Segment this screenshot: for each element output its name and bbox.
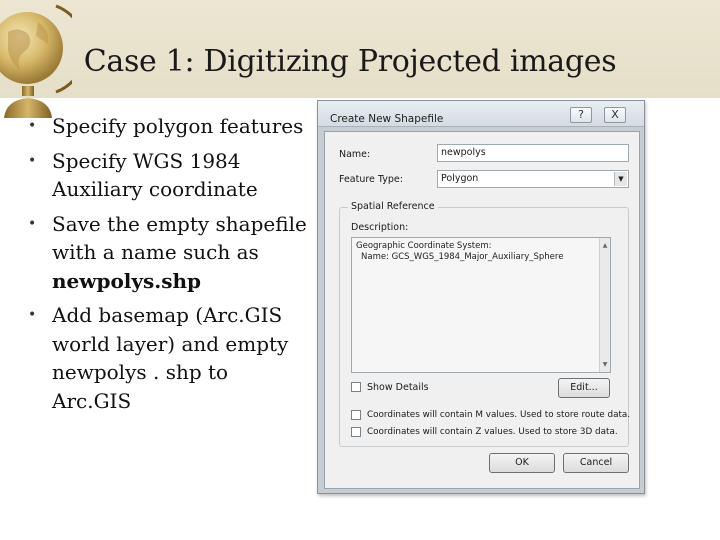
- bullet-item: • Specify WGS 1984 Auxiliary coordinate: [28, 148, 258, 202]
- bullet-list: • Specify polygon features • Specify WGS 1…: [28, 112, 308, 421]
- bullet-item: • Save the empty shapefile with a name su…: [28, 211, 307, 293]
- chevron-down-icon[interactable]: ▼: [614, 172, 627, 186]
- help-button[interactable]: ?: [570, 107, 592, 123]
- name-input[interactable]: newpolys: [437, 144, 629, 162]
- m-values-checkbox[interactable]: [351, 410, 361, 420]
- z-values-checkbox[interactable]: [351, 427, 361, 437]
- bullet-icon: •: [28, 215, 37, 232]
- bullet-item: • Specify polygon features: [28, 112, 308, 141]
- close-icon: X: [611, 108, 619, 121]
- z-values-label: Coordinates will contain Z values. Used …: [367, 427, 618, 437]
- dialog-titlebar: Create New Shapefile ? X: [318, 101, 644, 127]
- show-details-checkbox[interactable]: [351, 382, 361, 392]
- bullet-icon: •: [28, 152, 37, 169]
- dialog-body: Name: newpolys Feature Type: Polygon ▼ S…: [324, 131, 640, 489]
- scroll-up-icon[interactable]: ▲: [600, 240, 610, 251]
- bullet-icon: •: [28, 118, 37, 134]
- close-button[interactable]: X: [604, 107, 626, 123]
- name-label: Name:: [339, 149, 371, 160]
- bullet-item: • Add basemap (Arc.GIS world layer) and …: [28, 303, 289, 413]
- edit-button[interactable]: Edit...: [558, 378, 610, 398]
- help-icon: ?: [578, 108, 584, 121]
- dialog-title: Create New Shapefile: [330, 113, 444, 125]
- filename-bold: newpolys.shp: [52, 268, 202, 293]
- spatial-reference-label: Spatial Reference: [348, 201, 438, 212]
- create-shapefile-dialog: Create New Shapefile ? X Name: newpolys …: [317, 100, 645, 494]
- description-box[interactable]: Geographic Coordinate System: Name: GCS_…: [351, 237, 611, 373]
- cancel-button[interactable]: Cancel: [563, 453, 629, 473]
- description-scrollbar[interactable]: ▲ ▼: [599, 238, 610, 372]
- m-values-label: Coordinates will contain M values. Used …: [367, 410, 631, 420]
- feature-type-label: Feature Type:: [339, 174, 403, 185]
- scroll-down-icon[interactable]: ▼: [600, 359, 610, 370]
- description-label: Description:: [351, 222, 409, 233]
- show-details-label: Show Details: [367, 382, 429, 393]
- feature-type-select[interactable]: Polygon ▼: [437, 170, 629, 188]
- slide-title: Case 1: Digitizing Projected images: [83, 44, 617, 79]
- bullet-icon: •: [28, 307, 37, 323]
- ok-button[interactable]: OK: [489, 453, 555, 473]
